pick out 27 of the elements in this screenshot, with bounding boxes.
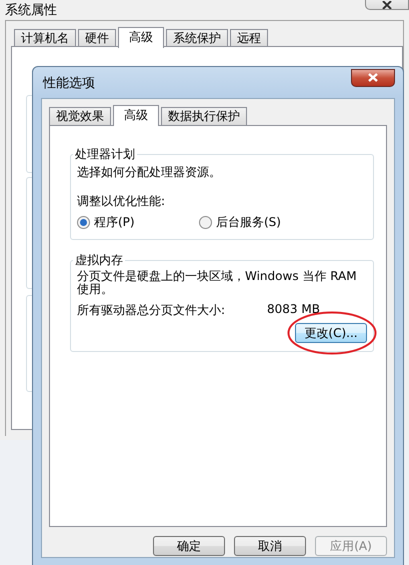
radio-button[interactable] <box>199 216 212 229</box>
tab[interactable]: 高级 <box>118 27 164 48</box>
tab[interactable]: 远程 <box>230 29 268 47</box>
description-text: 选择如何分配处理器资源。 <box>77 164 222 181</box>
description-text: 分页文件是硬盘上的一块区域，Windows 当作 RAM 使用。 <box>77 270 358 296</box>
field-label: 调整以优化性能: <box>77 193 166 210</box>
dialog-title: 性能选项 <box>42 74 95 92</box>
tab[interactable]: 系统保护 <box>166 29 228 47</box>
group-title: 处理器计划 <box>74 146 136 163</box>
radio-button[interactable] <box>77 216 90 229</box>
close-icon <box>381 1 393 9</box>
dialog-button[interactable]: 确定 <box>153 536 225 556</box>
dialog-button[interactable]: 取消 <box>234 536 306 556</box>
close-button[interactable] <box>351 68 395 86</box>
radio-label: 程序(P) <box>94 214 135 231</box>
radio-label: 后台服务(S) <box>216 214 281 231</box>
tab[interactable]: 硬件 <box>78 29 116 47</box>
close-icon <box>367 73 379 82</box>
tab[interactable]: 高级 <box>113 105 159 126</box>
field-label: 所有驱动器总分页文件大小: <box>77 302 226 319</box>
size-value: 8083 MB <box>267 302 320 318</box>
tab[interactable]: 计算机名 <box>14 29 76 47</box>
group-title: 虚拟内存 <box>74 252 124 269</box>
tab[interactable]: 数据执行保护 <box>161 107 247 125</box>
change-button[interactable]: 更改(C)... <box>295 323 367 343</box>
window-title: 系统属性 <box>5 2 57 19</box>
tab[interactable]: 视觉效果 <box>49 107 111 125</box>
